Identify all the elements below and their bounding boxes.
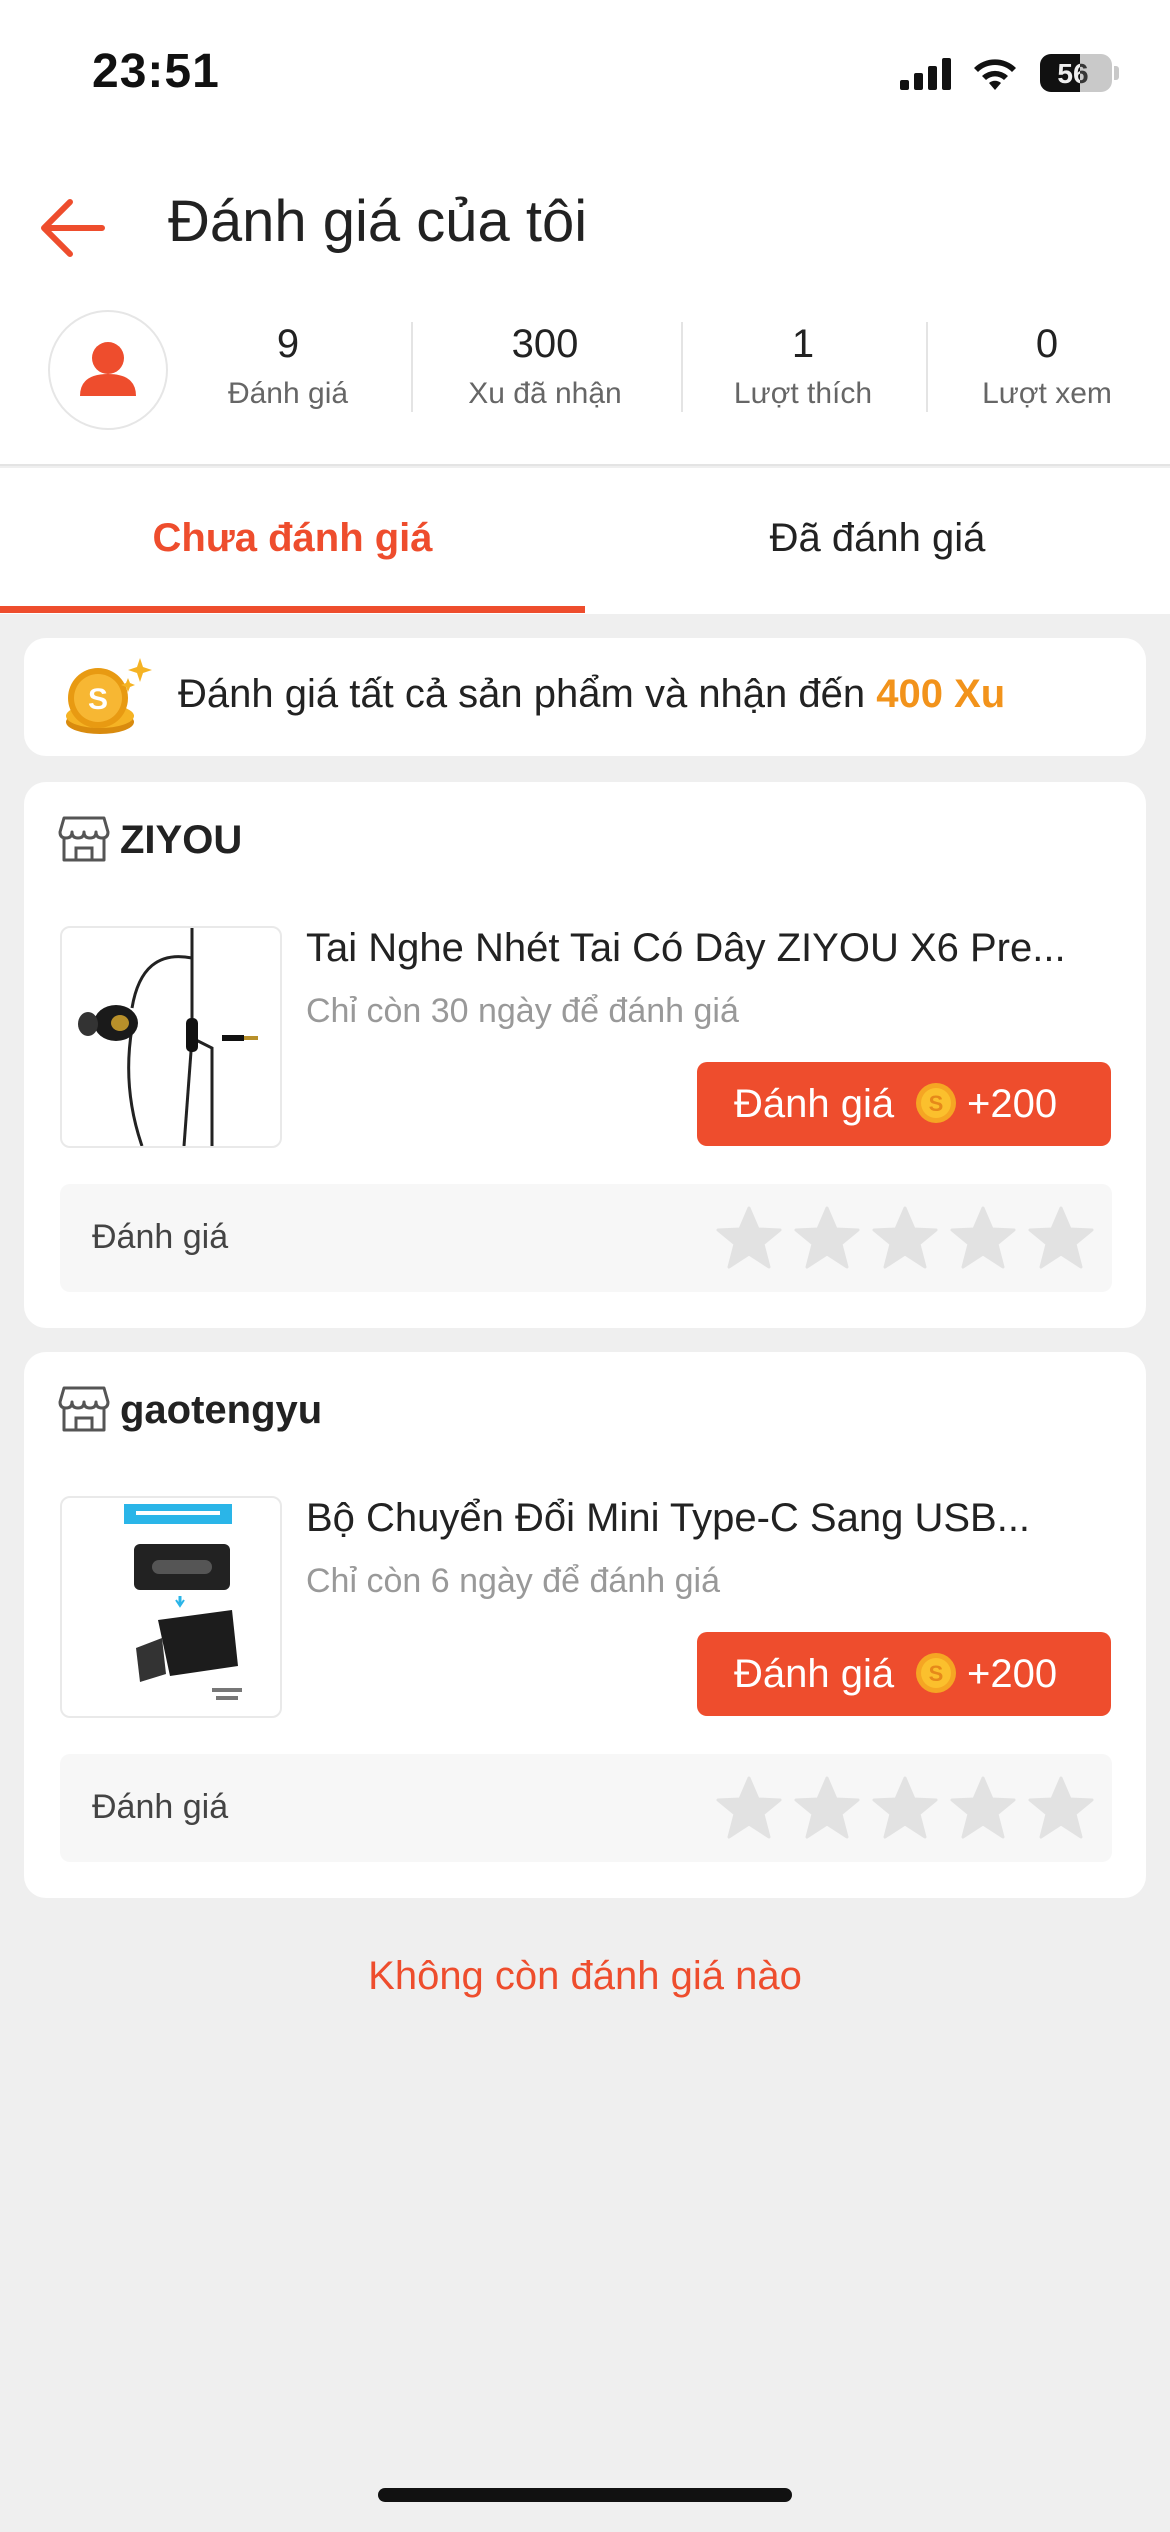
stat-label: Lượt thích bbox=[733, 377, 873, 410]
tab-unreviewed[interactable]: Chưa đánh giá bbox=[0, 468, 585, 614]
rating-row: Đánh giá bbox=[60, 1754, 1112, 1862]
star-icon[interactable] bbox=[716, 1206, 782, 1270]
store-icon bbox=[58, 1386, 110, 1432]
svg-text:S: S bbox=[929, 1091, 944, 1116]
star-icon[interactable] bbox=[1028, 1206, 1094, 1270]
banner-text: Đánh giá tất cả sản phẩm và nhận đến 400… bbox=[178, 672, 1005, 717]
status-icons: 56 bbox=[900, 52, 1120, 96]
shop-name: gaotengyu bbox=[120, 1388, 323, 1432]
banner-coin-amount: 400 Xu bbox=[876, 672, 1006, 716]
usb-adapter-image bbox=[124, 1504, 242, 1700]
star-icon[interactable] bbox=[950, 1776, 1016, 1840]
stat-label: Lượt xem bbox=[982, 377, 1112, 410]
rate-button-bonus: +200 bbox=[967, 1652, 1058, 1696]
rating-label: Đánh giá bbox=[92, 1218, 229, 1256]
tab-reviewed[interactable]: Đã đánh giá bbox=[585, 468, 1170, 614]
star-icon[interactable] bbox=[872, 1776, 938, 1840]
rate-button-label: Đánh giá bbox=[734, 1082, 895, 1126]
battery-level: 56 bbox=[1057, 58, 1089, 89]
stat-likes[interactable]: 1 Lượt thích bbox=[710, 320, 896, 414]
battery-icon: 56 bbox=[1040, 54, 1112, 92]
stat-coins-received[interactable]: 300 Xu đã nhận bbox=[440, 320, 650, 414]
stat-value: 1 bbox=[791, 322, 815, 366]
user-silhouette-icon bbox=[80, 342, 136, 396]
battery-tip bbox=[1114, 66, 1119, 80]
review-card: gaotengyu Bộ Chuyển Đổi Mini Type-C Sang… bbox=[24, 1352, 1146, 1898]
shop-name: ZIYOU bbox=[120, 818, 243, 862]
no-more-reviews-text: Không còn đánh giá nào bbox=[368, 1954, 802, 1998]
star-icon[interactable] bbox=[794, 1776, 860, 1840]
review-deadline: Chỉ còn 6 ngày để đánh giá bbox=[306, 1562, 720, 1600]
coin-icon: S bbox=[916, 1653, 956, 1693]
status-bar: 23:51 56 bbox=[0, 0, 1170, 150]
status-time: 23:51 bbox=[92, 45, 220, 98]
wifi-icon bbox=[974, 59, 1016, 90]
stat-value: 300 bbox=[511, 322, 579, 366]
banner-message: Đánh giá tất cả sản phẩm và nhận đến bbox=[178, 672, 877, 716]
rate-button-label: Đánh giá bbox=[734, 1652, 895, 1696]
review-card: ZIYOU Tai Nghe Nhét Tai Có Dây ZIYOU X6 … bbox=[24, 782, 1146, 1328]
coin-reward-banner[interactable]: S Đánh giá tất cả sản phẩm và nhận đến 4… bbox=[24, 638, 1146, 756]
star-icon[interactable] bbox=[1028, 1776, 1094, 1840]
svg-text:S: S bbox=[929, 1661, 944, 1686]
star-icon[interactable] bbox=[950, 1206, 1016, 1270]
review-tabs: Chưa đánh giá Đã đánh giá bbox=[0, 468, 1170, 614]
arrow-left-icon bbox=[41, 199, 105, 257]
rate-button[interactable]: Đánh giá S +200 bbox=[697, 1062, 1111, 1146]
stat-value: 0 bbox=[1035, 322, 1059, 366]
star-icon[interactable] bbox=[794, 1206, 860, 1270]
stat-divider bbox=[411, 322, 413, 412]
product-image[interactable] bbox=[60, 926, 282, 1148]
product-image[interactable] bbox=[60, 1496, 282, 1718]
active-tab-indicator bbox=[0, 606, 585, 613]
stat-label: Xu đã nhận bbox=[468, 377, 622, 410]
svg-text:S: S bbox=[88, 683, 108, 716]
home-indicator[interactable] bbox=[378, 2488, 792, 2502]
rating-label: Đánh giá bbox=[92, 1788, 229, 1826]
store-icon bbox=[58, 816, 110, 862]
back-button[interactable] bbox=[36, 190, 112, 266]
avatar[interactable] bbox=[48, 310, 168, 430]
product-name[interactable]: Tai Nghe Nhét Tai Có Dây ZIYOU X6 Pre... bbox=[306, 926, 1112, 971]
stat-divider bbox=[926, 322, 928, 412]
stat-views[interactable]: 0 Lượt xem bbox=[954, 320, 1140, 414]
product-name[interactable]: Bộ Chuyển Đổi Mini Type-C Sang USB... bbox=[306, 1496, 1112, 1541]
rating-row: Đánh giá bbox=[60, 1184, 1112, 1292]
rate-button-bonus: +200 bbox=[967, 1082, 1058, 1126]
star-icon[interactable] bbox=[872, 1206, 938, 1270]
coin-icon: S bbox=[916, 1083, 956, 1123]
profile-stats: 9 Đánh giá 300 Xu đã nhận 1 Lượt thích 0… bbox=[0, 300, 1170, 466]
cellular-signal-icon bbox=[900, 58, 951, 90]
stat-label: Đánh giá bbox=[227, 377, 349, 410]
page-title: Đánh giá của tôi bbox=[168, 189, 588, 254]
earphones-image bbox=[78, 928, 258, 1146]
stat-value: 9 bbox=[276, 322, 300, 366]
rate-button[interactable]: Đánh giá S +200 bbox=[697, 1632, 1111, 1716]
stat-divider bbox=[681, 322, 683, 412]
review-deadline: Chỉ còn 30 ngày để đánh giá bbox=[306, 992, 739, 1030]
header: Đánh giá của tôi bbox=[0, 150, 1170, 310]
star-icon[interactable] bbox=[716, 1776, 782, 1840]
coin-stack-icon: S bbox=[66, 658, 152, 734]
stat-reviews[interactable]: 9 Đánh giá bbox=[198, 320, 378, 414]
